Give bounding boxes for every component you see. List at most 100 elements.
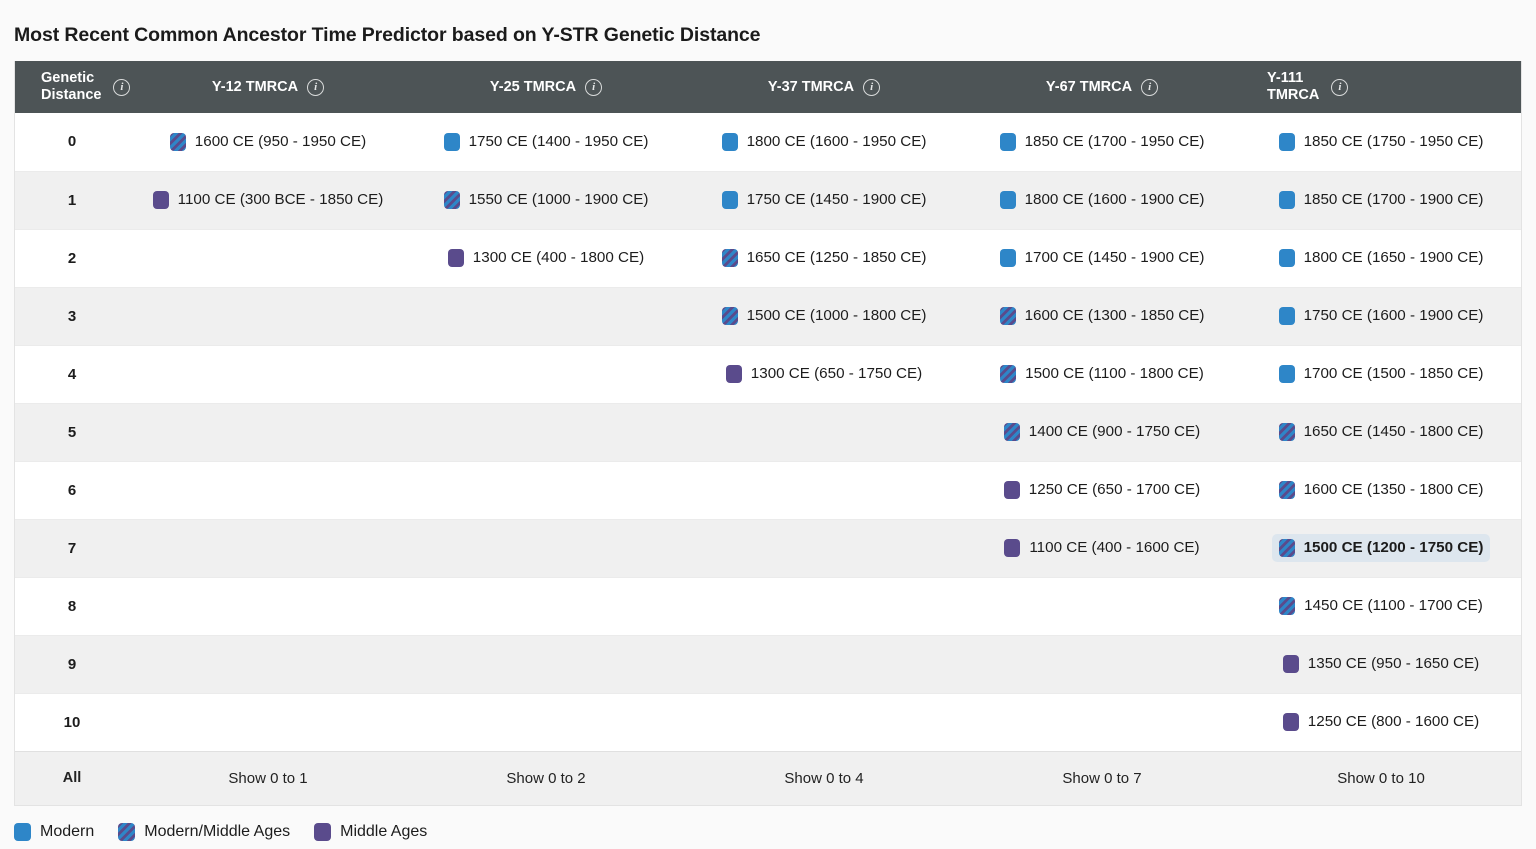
show-range-link[interactable]: Show 0 to 4 [784, 770, 863, 787]
tmrca-cell[interactable]: 1850 CE (1700 - 1950 CE) [963, 113, 1241, 172]
tmrca-value[interactable]: 1850 CE (1700 - 1950 CE) [993, 128, 1212, 156]
column-header-y111[interactable]: Y-111 TMRCA i [1241, 61, 1521, 114]
tmrca-cell[interactable]: 1850 CE (1700 - 1900 CE) [1241, 170, 1521, 230]
tmrca-cell[interactable]: 1250 CE (650 - 1700 CE) [963, 460, 1241, 520]
tmrca-cell[interactable]: 1550 CE (1000 - 1900 CE) [407, 170, 685, 230]
show-range-cell[interactable]: Show 0 to 4 [685, 750, 963, 806]
tmrca-value[interactable]: 1300 CE (400 - 1800 CE) [441, 244, 651, 272]
show-range-cell[interactable]: Show 0 to 1 [129, 750, 407, 806]
info-icon[interactable]: i [863, 78, 881, 96]
info-icon[interactable]: i [585, 78, 603, 96]
show-range-cell[interactable]: Show 0 to 2 [407, 750, 685, 806]
tmrca-value[interactable]: 1800 CE (1600 - 1900 CE) [993, 186, 1212, 214]
genetic-distance-value: 0 [15, 113, 129, 172]
column-header-y25[interactable]: Y-25 TMRCA i [407, 61, 685, 114]
tmrca-cell[interactable]: 1100 CE (400 - 1600 CE) [963, 518, 1241, 578]
tmrca-value[interactable]: 1600 CE (950 - 1950 CE) [163, 128, 373, 156]
column-header-label: Y-25 TMRCA [489, 78, 577, 95]
tmrca-label: 1550 CE (1000 - 1900 CE) [468, 191, 649, 209]
tmrca-value-highlighted[interactable]: 1500 CE (1200 - 1750 CE) [1271, 534, 1491, 563]
show-range-cell[interactable]: Show 0 to 10 [1241, 750, 1521, 806]
tmrca-cell[interactable]: 1450 CE (1100 - 1700 CE) [1241, 576, 1521, 636]
tmrca-cell [963, 634, 1241, 694]
tmrca-cell[interactable]: 1850 CE (1750 - 1950 CE) [1241, 113, 1521, 172]
legend-item-mixed[interactable]: Modern/Middle Ages [118, 823, 290, 842]
category-swatch-icon [443, 132, 460, 151]
tmrca-value[interactable]: 1100 CE (300 BCE - 1850 CE) [146, 186, 391, 214]
column-header-y37[interactable]: Y-37 TMRCA i [685, 61, 963, 114]
info-icon[interactable]: i [1141, 78, 1159, 96]
tmrca-cell[interactable]: 1250 CE (800 - 1600 CE) [1241, 692, 1521, 752]
tmrca-label: 1700 CE (1500 - 1850 CE) [1303, 365, 1484, 383]
legend-item-modern[interactable]: Modern [14, 823, 94, 842]
tmrca-value[interactable]: 1100 CE (400 - 1600 CE) [997, 534, 1206, 562]
tmrca-value[interactable]: 1350 CE (950 - 1650 CE) [1276, 650, 1486, 678]
tmrca-value[interactable]: 1300 CE (650 - 1750 CE) [719, 360, 929, 388]
tmrca-cell[interactable]: 1100 CE (300 BCE - 1850 CE) [129, 170, 407, 230]
tmrca-cell [129, 344, 407, 404]
tmrca-cell[interactable]: 1750 CE (1400 - 1950 CE) [407, 113, 685, 172]
tmrca-value[interactable]: 1800 CE (1650 - 1900 CE) [1272, 244, 1491, 272]
tmrca-cell [129, 576, 407, 636]
tmrca-cell[interactable]: 1500 CE (1000 - 1800 CE) [685, 286, 963, 346]
info-icon[interactable]: i [1331, 78, 1349, 96]
tmrca-value[interactable]: 1550 CE (1000 - 1900 CE) [437, 186, 656, 214]
tmrca-value[interactable]: 1750 CE (1600 - 1900 CE) [1272, 302, 1491, 330]
tmrca-value[interactable]: 1500 CE (1100 - 1800 CE) [993, 360, 1211, 388]
show-range-link[interactable]: Show 0 to 1 [228, 770, 307, 787]
info-icon[interactable]: i [307, 78, 325, 96]
genetic-distance-value: 8 [15, 576, 129, 636]
column-header-y67[interactable]: Y-67 TMRCA i [963, 61, 1241, 114]
tmrca-value[interactable]: 1700 CE (1500 - 1850 CE) [1272, 360, 1491, 388]
tmrca-cell[interactable]: 1700 CE (1450 - 1900 CE) [963, 228, 1241, 288]
tmrca-cell[interactable]: 1500 CE (1200 - 1750 CE) [1241, 518, 1521, 578]
tmrca-cell[interactable]: 1800 CE (1600 - 1950 CE) [685, 113, 963, 172]
tmrca-cell[interactable]: 1800 CE (1600 - 1900 CE) [963, 170, 1241, 230]
column-header-gd[interactable]: Genetic Distance i [15, 61, 131, 114]
tmrca-label: 1500 CE (1200 - 1750 CE) [1303, 539, 1484, 557]
tmrca-value[interactable]: 1650 CE (1250 - 1850 CE) [715, 244, 934, 272]
footer-row: All Show 0 to 1 Show 0 to 2 Show 0 to 4 Show… [15, 750, 1521, 806]
info-icon[interactable]: i [113, 78, 131, 96]
tmrca-cell[interactable]: 1400 CE (900 - 1750 CE) [963, 402, 1241, 462]
tmrca-label: 1850 CE (1700 - 1950 CE) [1024, 132, 1205, 150]
tmrca-value[interactable]: 1600 CE (1300 - 1850 CE) [993, 302, 1212, 330]
tmrca-label: 1250 CE (650 - 1700 CE) [1028, 481, 1201, 499]
tmrca-value[interactable]: 1250 CE (800 - 1600 CE) [1276, 708, 1486, 736]
tmrca-cell[interactable]: 1300 CE (650 - 1750 CE) [685, 344, 963, 404]
page-title: Most Recent Common Ancestor Time Predict… [14, 24, 761, 47]
tmrca-value[interactable]: 1850 CE (1700 - 1900 CE) [1272, 186, 1491, 214]
table-row: 3 1500 CE (1000 - 1800 CE) 1600 CE (1300 -… [15, 286, 1521, 346]
tmrca-cell[interactable]: 1650 CE (1450 - 1800 CE) [1241, 402, 1521, 462]
tmrca-value[interactable]: 1700 CE (1450 - 1900 CE) [993, 244, 1212, 272]
show-range-link[interactable]: Show 0 to 7 [1062, 770, 1141, 787]
tmrca-cell[interactable]: 1350 CE (950 - 1650 CE) [1241, 634, 1521, 694]
show-range-cell[interactable]: Show 0 to 7 [963, 750, 1241, 806]
tmrca-value[interactable]: 1250 CE (650 - 1700 CE) [997, 476, 1207, 504]
tmrca-cell[interactable]: 1650 CE (1250 - 1850 CE) [685, 228, 963, 288]
show-range-link[interactable]: Show 0 to 2 [506, 770, 585, 787]
tmrca-cell[interactable]: 1500 CE (1100 - 1800 CE) [963, 344, 1241, 404]
tmrca-cell[interactable]: 1700 CE (1500 - 1850 CE) [1241, 344, 1521, 404]
tmrca-value[interactable]: 1500 CE (1000 - 1800 CE) [715, 302, 934, 330]
tmrca-value[interactable]: 1750 CE (1400 - 1950 CE) [437, 128, 656, 156]
tmrca-value[interactable]: 1600 CE (1350 - 1800 CE) [1272, 476, 1491, 504]
tmrca-cell[interactable]: 1300 CE (400 - 1800 CE) [407, 228, 685, 288]
column-header-y12[interactable]: Y-12 TMRCA i [129, 61, 407, 114]
tmrca-value[interactable]: 1850 CE (1750 - 1950 CE) [1272, 128, 1491, 156]
show-range-link[interactable]: Show 0 to 10 [1337, 770, 1425, 787]
tmrca-value[interactable]: 1750 CE (1450 - 1900 CE) [715, 186, 934, 214]
tmrca-cell[interactable]: 1750 CE (1450 - 1900 CE) [685, 170, 963, 230]
tmrca-value[interactable]: 1450 CE (1100 - 1700 CE) [1272, 592, 1490, 620]
tmrca-value[interactable]: 1800 CE (1600 - 1950 CE) [715, 128, 934, 156]
tmrca-cell[interactable]: 1800 CE (1650 - 1900 CE) [1241, 228, 1521, 288]
tmrca-value[interactable]: 1650 CE (1450 - 1800 CE) [1272, 418, 1491, 446]
tmrca-cell[interactable]: 1600 CE (950 - 1950 CE) [129, 113, 407, 172]
legend-item-middle[interactable]: Middle Ages [314, 823, 427, 842]
tmrca-value[interactable]: 1400 CE (900 - 1750 CE) [997, 418, 1207, 446]
tmrca-cell[interactable]: 1600 CE (1300 - 1850 CE) [963, 286, 1241, 346]
tmrca-cell[interactable]: 1750 CE (1600 - 1900 CE) [1241, 286, 1521, 346]
tmrca-cell[interactable]: 1600 CE (1350 - 1800 CE) [1241, 460, 1521, 520]
genetic-distance-value: 7 [15, 518, 129, 578]
category-swatch-icon [1004, 539, 1021, 558]
